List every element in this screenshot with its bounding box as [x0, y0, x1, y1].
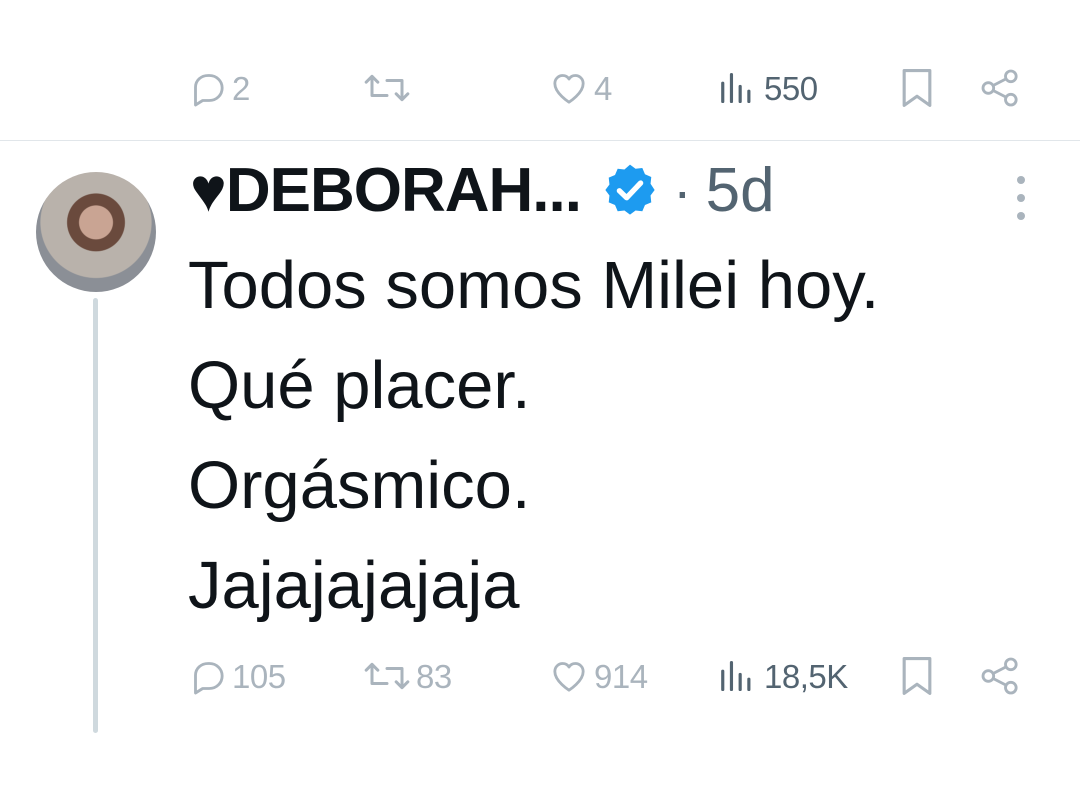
share-button[interactable]: [978, 646, 1022, 706]
retweet-button[interactable]: 83: [362, 646, 452, 706]
tweet-action-bar: 105 83 914 18,5K: [0, 646, 1080, 706]
tweet-timestamp[interactable]: 5d: [706, 155, 775, 226]
like-button[interactable]: 4: [548, 58, 612, 118]
reply-button[interactable]: 105: [188, 646, 286, 706]
author-display-name[interactable]: ♥DEBORAH...: [190, 155, 582, 226]
views-count: 550: [764, 69, 818, 107]
reply-count: 105: [232, 657, 286, 695]
tweet-text-line: Jajajajajaja: [188, 548, 520, 623]
verified-badge-icon: [605, 164, 655, 215]
bookmark-button[interactable]: [898, 58, 936, 118]
views-icon: [721, 72, 751, 104]
more-icon: [1017, 176, 1025, 184]
like-count: 914: [594, 657, 648, 695]
retweet-button[interactable]: [362, 58, 416, 118]
retweet-count: 83: [416, 657, 452, 695]
bookmark-icon: [902, 69, 932, 107]
views-count: 18,5K: [764, 657, 848, 695]
share-icon: [981, 69, 1018, 107]
views-icon: [721, 660, 751, 692]
avatar[interactable]: [36, 172, 156, 292]
share-icon: [981, 657, 1018, 695]
views-button[interactable]: 18,5K: [718, 646, 848, 706]
tweet-text-line: Todos somos Milei hoy.: [188, 248, 880, 323]
tweet-text: Todos somos Milei hoy. Qué placer. Orgás…: [188, 236, 1048, 636]
more-options-button[interactable]: [1006, 176, 1036, 220]
tweet-divider: [0, 140, 1080, 141]
share-button[interactable]: [978, 58, 1022, 118]
tweet-text-line: Qué placer.: [188, 348, 531, 423]
reply-count: 2: [232, 69, 250, 107]
reply-icon: [194, 74, 224, 107]
bookmark-button[interactable]: [898, 646, 936, 706]
views-button[interactable]: 550: [718, 58, 818, 118]
like-icon: [553, 662, 585, 692]
retweet-icon: [364, 74, 410, 102]
tweet-header: ♥DEBORAH... · 5d: [190, 150, 775, 230]
verified-badge: [601, 161, 659, 219]
like-icon: [553, 74, 585, 104]
header-separator: ·: [672, 158, 692, 222]
like-button[interactable]: 914: [548, 646, 648, 706]
tweet-text-line: Orgásmico.: [188, 448, 531, 523]
reply-icon: [194, 662, 224, 695]
previous-tweet-action-bar: 2 4 550: [0, 58, 1080, 118]
reply-button[interactable]: 2: [188, 58, 250, 118]
retweet-icon: [364, 662, 410, 690]
like-count: 4: [594, 69, 612, 107]
bookmark-icon: [902, 657, 932, 695]
